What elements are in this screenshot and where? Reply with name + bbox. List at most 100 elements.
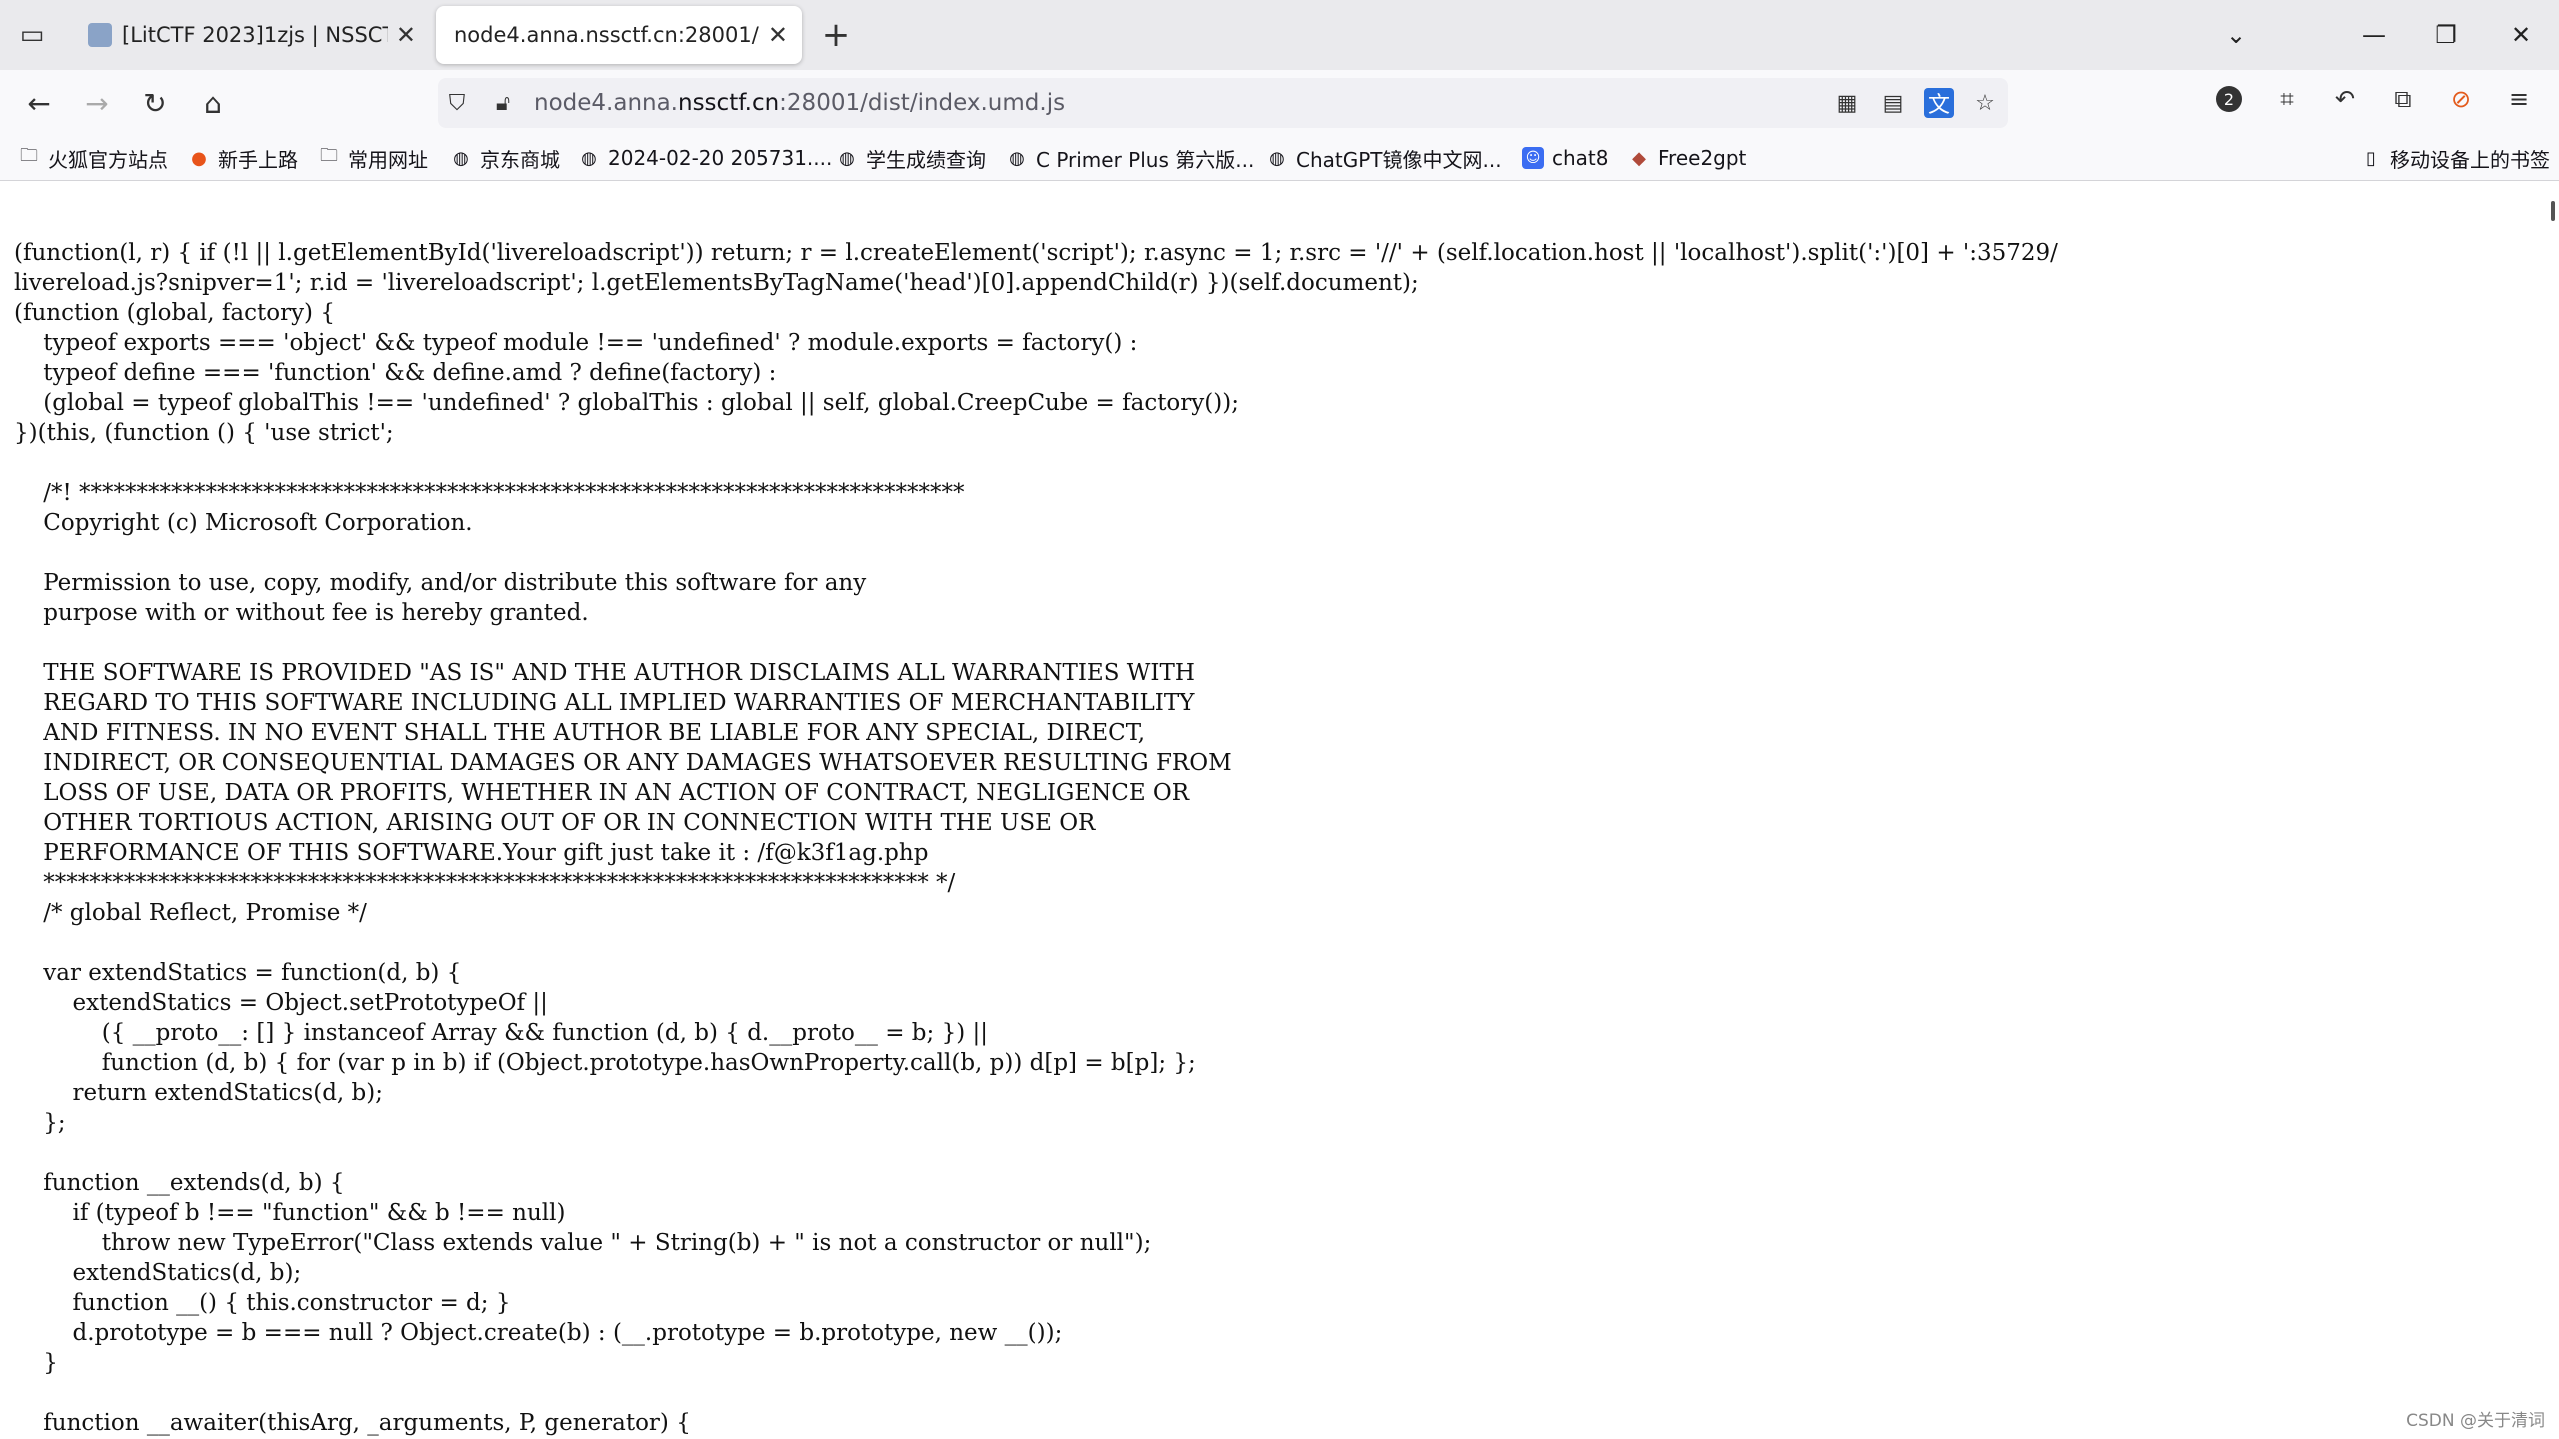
code-line: d.prototype = b === null ? Object.create… xyxy=(14,1320,1063,1346)
globe-icon: ◍ xyxy=(453,147,469,169)
bookmark-item[interactable]: ☺ chat8 xyxy=(1522,136,1609,180)
menu-hamburger-icon[interactable]: ≡ xyxy=(2502,82,2536,116)
badge-count: 2 xyxy=(2216,86,2242,112)
code-line: LOSS OF USE, DATA OR PROFITS, WHETHER IN… xyxy=(14,780,1190,806)
code-line: extendStatics(d, b); xyxy=(14,1260,302,1286)
code-line: var extendStatics = function(d, b) { xyxy=(14,960,462,986)
code-line: }; xyxy=(14,1110,66,1136)
bookmarks-toolbar: 🗀︎ 火狐官方站点 ● 新手上路 🗀︎ 常用网址 ◍ 京东商城 ◍ 2024-02-20 … xyxy=(0,136,2559,181)
bookmark-item[interactable]: 🗀︎ 常用网址 xyxy=(318,136,428,180)
mobile-device-icon: ▯ xyxy=(2366,147,2376,169)
code-line: (function (global, factory) { xyxy=(14,300,335,326)
watermark: CSDN @关于清词 xyxy=(2406,1411,2545,1431)
code-line: } xyxy=(14,1350,58,1376)
shield-icon[interactable]: ⛉ xyxy=(442,88,472,118)
globe-icon: ◍ xyxy=(1269,147,1285,169)
chat-icon: ☺ xyxy=(1522,147,1544,169)
blocked-addon-icon[interactable]: ⊘ xyxy=(2444,82,2478,116)
tab-label: [LitCTF 2023]1zjs | NSSCTF xyxy=(122,23,388,47)
code-line: REGARD TO THIS SOFTWARE INCLUDING ALL IM… xyxy=(14,690,1195,716)
folder-icon: 🗀︎ xyxy=(320,145,338,166)
code-line: PERFORMANCE OF THIS SOFTWARE.Your gift j… xyxy=(14,840,929,866)
code-line: purpose with or without fee is hereby gr… xyxy=(14,600,589,626)
extension-badge-icon[interactable]: 2 xyxy=(2212,82,2246,116)
code-line: (function(l, r) { if (!l || l.getElement… xyxy=(14,240,2058,266)
code-line: function (d, b) { for (var p in b) if (O… xyxy=(14,1050,1196,1076)
translate-icon[interactable]: 文 xyxy=(1924,88,1954,118)
close-icon[interactable]: ✕ xyxy=(396,21,416,49)
url-text[interactable]: node4.anna.nssctf.cn:28001/dist/index.um… xyxy=(534,78,1065,128)
tab-litctf[interactable]: [LitCTF 2023]1zjs | NSSCTF ✕ xyxy=(70,6,430,64)
code-line: function __awaiter(thisArg, _arguments, … xyxy=(14,1410,691,1436)
tab-label: node4.anna.nssctf.cn:28001/dist/ xyxy=(454,23,760,47)
home-icon[interactable]: ⌂ xyxy=(188,78,238,128)
folder-icon: 🗀︎ xyxy=(20,145,38,166)
code-line: typeof define === 'function' && define.a… xyxy=(14,360,777,386)
address-bar[interactable]: ⛉ 🔓︎ node4.anna.nssctf.cn:28001/dist/ind… xyxy=(438,78,2008,128)
url-suffix: :28001/dist/index.umd.js xyxy=(779,90,1066,116)
tab-strip: ▭ [LitCTF 2023]1zjs | NSSCTF ✕ node4.ann… xyxy=(0,0,2559,70)
code-line: throw new TypeError("Class extends value… xyxy=(14,1230,1152,1256)
bookmark-item[interactable]: ● 新手上路 xyxy=(188,136,298,180)
tab-index-umd[interactable]: node4.anna.nssctf.cn:28001/dist/ ✕ xyxy=(436,6,802,64)
star-icon[interactable]: ☆ xyxy=(1970,88,2000,118)
new-tab-icon[interactable]: + xyxy=(812,10,860,60)
code-line: INDIRECT, OR CONSEQUENTIAL DAMAGES OR AN… xyxy=(14,750,1232,776)
code-line: AND FITNESS. IN NO EVENT SHALL THE AUTHO… xyxy=(14,720,1146,746)
bookmark-item[interactable]: ◍ C Primer Plus 第六版... xyxy=(1006,136,1254,180)
code-line: typeof exports === 'object' && typeof mo… xyxy=(14,330,1138,356)
code-line: livereload.js?snipver=1'; r.id = 'livere… xyxy=(14,270,1419,296)
reader-view-icon[interactable]: ▤ xyxy=(1878,88,1908,118)
bookmark-item[interactable]: ◍ 京东商城 xyxy=(450,136,560,180)
close-window-icon[interactable]: ✕ xyxy=(2485,0,2557,70)
scrollbar[interactable] xyxy=(2551,201,2555,221)
insecure-lock-icon[interactable]: 🔓︎ xyxy=(488,88,518,118)
close-icon[interactable]: ✕ xyxy=(768,21,788,49)
code-line: Copyright (c) Microsoft Corporation. xyxy=(14,510,473,536)
minimize-icon[interactable]: — xyxy=(2338,0,2410,70)
globe-icon: ◍ xyxy=(1009,147,1025,169)
restore-icon[interactable]: ❐ xyxy=(2410,0,2482,70)
reload-icon[interactable]: ↻ xyxy=(130,78,180,128)
code-line: return extendStatics(d, b); xyxy=(14,1080,383,1106)
screenshot-crop-icon[interactable]: ⌗ xyxy=(2270,82,2304,116)
undo-arrow-icon[interactable]: ↶ xyxy=(2328,82,2362,116)
source-code: (function(l, r) { if (!l || l.getElement… xyxy=(14,238,2058,1438)
globe-icon: ◍ xyxy=(581,147,597,169)
firefox-icon: ● xyxy=(191,147,207,169)
qr-code-icon[interactable]: ▦ xyxy=(1832,88,1862,118)
code-line: })(this, (function () { 'use strict'; xyxy=(14,420,394,446)
back-arrow-icon[interactable]: ← xyxy=(14,78,64,128)
free2gpt-icon: ◆ xyxy=(1632,147,1646,169)
code-line: /*! ************************************… xyxy=(14,480,965,506)
chevron-down-icon[interactable]: ⌄ xyxy=(2200,0,2272,70)
code-line: if (typeof b !== "function" && b !== nul… xyxy=(14,1200,566,1226)
tab-list-icon[interactable]: ▭ xyxy=(0,0,64,70)
url-prefix: node4.anna. xyxy=(534,90,678,116)
code-line: ({ __proto__: [] } instanceof Array && f… xyxy=(14,1020,988,1046)
bookmark-item[interactable]: ◍ 2024-02-20 205731.... xyxy=(578,136,832,180)
code-line: Permission to use, copy, modify, and/or … xyxy=(14,570,867,596)
page-content: (function(l, r) { if (!l || l.getElement… xyxy=(0,181,2559,1439)
code-line: function __() { this.constructor = d; } xyxy=(14,1290,511,1316)
code-line: (global = typeof globalThis !== 'undefin… xyxy=(14,390,1239,416)
bookmark-item[interactable]: ◍ 学生成绩查询 xyxy=(836,136,986,180)
mobile-bookmarks[interactable]: ▯ 移动设备上的书签 xyxy=(2360,136,2550,180)
bookmark-item[interactable]: ◆ Free2gpt xyxy=(1628,136,1746,180)
bookmark-item[interactable]: ◍ ChatGPT镜像中文网... xyxy=(1266,136,1501,180)
code-line: THE SOFTWARE IS PROVIDED "AS IS" AND THE… xyxy=(14,660,1195,686)
extensions-puzzle-icon[interactable]: ⧉ xyxy=(2386,82,2420,116)
navigation-toolbar: ← → ↻ ⌂ ⛉ 🔓︎ node4.anna.nssctf.cn:28001/… xyxy=(0,70,2559,136)
forward-arrow-icon[interactable]: → xyxy=(72,78,122,128)
bookmark-item[interactable]: 🗀︎ 火狐官方站点 xyxy=(18,136,168,180)
code-line: OTHER TORTIOUS ACTION, ARISING OUT OF OR… xyxy=(14,810,1096,836)
nssctf-favicon-icon xyxy=(88,23,112,47)
code-line: /* global Reflect, Promise */ xyxy=(14,900,367,926)
globe-icon: ◍ xyxy=(839,147,855,169)
